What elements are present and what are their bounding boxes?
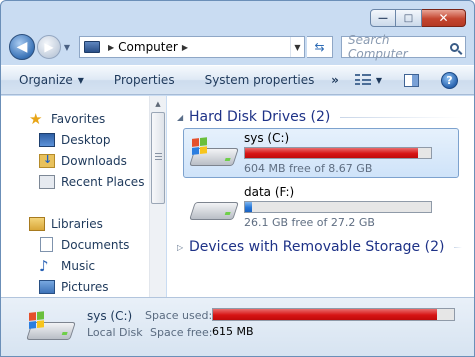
nav-item-label: Documents	[61, 237, 130, 252]
group-title: Devices with Removable Storage (2)	[189, 239, 445, 255]
system-properties-button[interactable]: System properties	[205, 73, 315, 87]
capacity-bar	[244, 147, 432, 159]
close-button[interactable]: ✕	[422, 9, 466, 27]
group-header-hard-disk-drives[interactable]: ◢ Hard Disk Drives (2)	[167, 106, 474, 128]
nav-item-label: Desktop	[61, 132, 111, 147]
space-free-value: 615 MB	[212, 325, 254, 338]
drive-free-space: 26.1 GB free of 27.2 GB	[244, 216, 375, 229]
capacity-bar-fill	[245, 202, 253, 212]
forward-arrow-icon: ▶	[44, 40, 54, 54]
preview-pane-icon[interactable]	[404, 73, 419, 87]
search-input[interactable]: Search Computer	[348, 33, 443, 61]
maximize-button[interactable]: □	[396, 9, 422, 27]
expand-triangle-icon[interactable]: ▷	[177, 243, 189, 252]
computer-icon	[84, 41, 100, 53]
pictures-icon	[39, 279, 55, 294]
group-title: Hard Disk Drives (2)	[189, 109, 331, 125]
chevron-down-icon: ▼	[63, 42, 71, 52]
music-icon: ♪	[39, 256, 49, 275]
nav-item-label: Downloads	[61, 153, 127, 168]
details-drive-type: Local Disk	[87, 326, 143, 339]
breadcrumb-computer[interactable]: Computer	[118, 40, 178, 54]
nav-item-label: Recent Places	[61, 174, 145, 189]
navigation-pane: ★ Favorites Desktop Downloads Recent Pla…	[1, 96, 149, 297]
drive-name: data (F:)	[244, 185, 295, 199]
downloads-icon	[39, 153, 55, 168]
group-header-removable-storage[interactable]: ▷ Devices with Removable Storage (2)	[167, 236, 474, 258]
documents-icon	[40, 237, 53, 252]
properties-label: Properties	[113, 73, 175, 87]
search-icon[interactable]	[443, 37, 465, 57]
breadcrumb-arrow-icon[interactable]: ▶	[108, 43, 114, 52]
help-icon[interactable]: ?	[441, 71, 458, 89]
nav-item-downloads[interactable]: Downloads	[1, 150, 149, 171]
system-properties-label: System properties	[204, 73, 315, 87]
search-box[interactable]: Search Computer	[341, 33, 466, 61]
details-drive-name: sys (C:)	[87, 309, 133, 323]
caption-buttons: — □ ✕	[370, 9, 466, 27]
scrollbar-thumb[interactable]	[151, 112, 165, 204]
command-bar: Organize ▼ Properties System properties …	[1, 65, 474, 95]
nav-item-label: Pictures	[61, 279, 109, 294]
explorer-window: — □ ✕ ◀ ▶ ▼ ▶ Computer ▶ ▼ ⇆ Search Comp…	[0, 0, 475, 357]
back-arrow-icon: ◀	[16, 39, 28, 55]
organize-label: Organize	[19, 73, 73, 87]
minimize-button[interactable]: —	[370, 9, 396, 27]
chevron-down-icon[interactable]: ▼	[376, 76, 382, 85]
nav-item-desktop[interactable]: Desktop	[1, 129, 149, 150]
hard-drive-windows-icon	[189, 137, 239, 168]
address-bar[interactable]: ▶ Computer ▶ ▼	[79, 36, 305, 58]
recent-pages-dropdown[interactable]: ▼	[61, 41, 73, 53]
more-commands-button[interactable]: »	[331, 73, 339, 87]
nav-item-pictures[interactable]: Pictures	[1, 276, 149, 297]
navigation-row: ◀ ▶ ▼ ▶ Computer ▶ ▼ ⇆ Search Computer	[9, 32, 466, 62]
change-view-icon[interactable]	[354, 74, 371, 86]
properties-button[interactable]: Properties	[114, 73, 175, 87]
address-history-dropdown[interactable]: ▼	[290, 37, 304, 57]
organize-menu-button[interactable]: Organize ▼	[19, 73, 84, 87]
nav-item-label: Music	[61, 258, 96, 273]
recent-places-icon	[39, 174, 55, 189]
favorites-label: Favorites	[51, 111, 106, 126]
star-icon: ★	[29, 109, 43, 128]
collapse-triangle-icon[interactable]: ◢	[177, 113, 189, 122]
details-capacity-bar	[212, 308, 455, 321]
refresh-icon: ⇆	[314, 40, 325, 54]
libraries-icon	[29, 216, 45, 231]
content-pane: ◢ Hard Disk Drives (2) sys (C:) 604 MB f…	[167, 96, 474, 297]
drive-name: sys (C:)	[244, 131, 290, 145]
hard-drive-windows-icon	[26, 311, 76, 342]
drive-tile-f[interactable]: data (F:) 26.1 GB free of 27.2 GB	[183, 182, 459, 232]
nav-item-documents[interactable]: Documents	[1, 234, 149, 255]
nav-favorites[interactable]: ★ Favorites	[1, 108, 149, 129]
desktop-icon	[39, 132, 55, 147]
space-free-label: Space free:	[150, 326, 213, 339]
capacity-bar	[244, 201, 432, 213]
hard-drive-icon	[189, 192, 239, 222]
details-pane: sys (C:) Local Disk Space used: Space fr…	[1, 297, 474, 356]
breadcrumb-arrow-icon[interactable]: ▶	[182, 43, 188, 52]
drive-tile-c[interactable]: sys (C:) 604 MB free of 8.67 GB	[183, 128, 459, 178]
nav-pane-scrollbar[interactable]: ▲	[149, 96, 166, 297]
capacity-bar-fill	[245, 148, 418, 158]
capacity-bar-fill	[213, 309, 438, 320]
libraries-label: Libraries	[51, 216, 103, 231]
nav-item-music[interactable]: ♪ Music	[1, 255, 149, 276]
refresh-button[interactable]: ⇆	[307, 36, 333, 58]
nav-item-recent-places[interactable]: Recent Places	[1, 171, 149, 192]
drive-free-space: 604 MB free of 8.67 GB	[244, 162, 373, 175]
scroll-up-arrow-icon[interactable]: ▲	[150, 96, 166, 111]
space-used-label: Space used:	[145, 309, 213, 322]
nav-libraries[interactable]: Libraries	[1, 213, 149, 234]
back-button[interactable]: ◀	[9, 34, 35, 60]
chevron-down-icon: ▼	[77, 75, 84, 85]
forward-button[interactable]: ▶	[37, 35, 61, 59]
